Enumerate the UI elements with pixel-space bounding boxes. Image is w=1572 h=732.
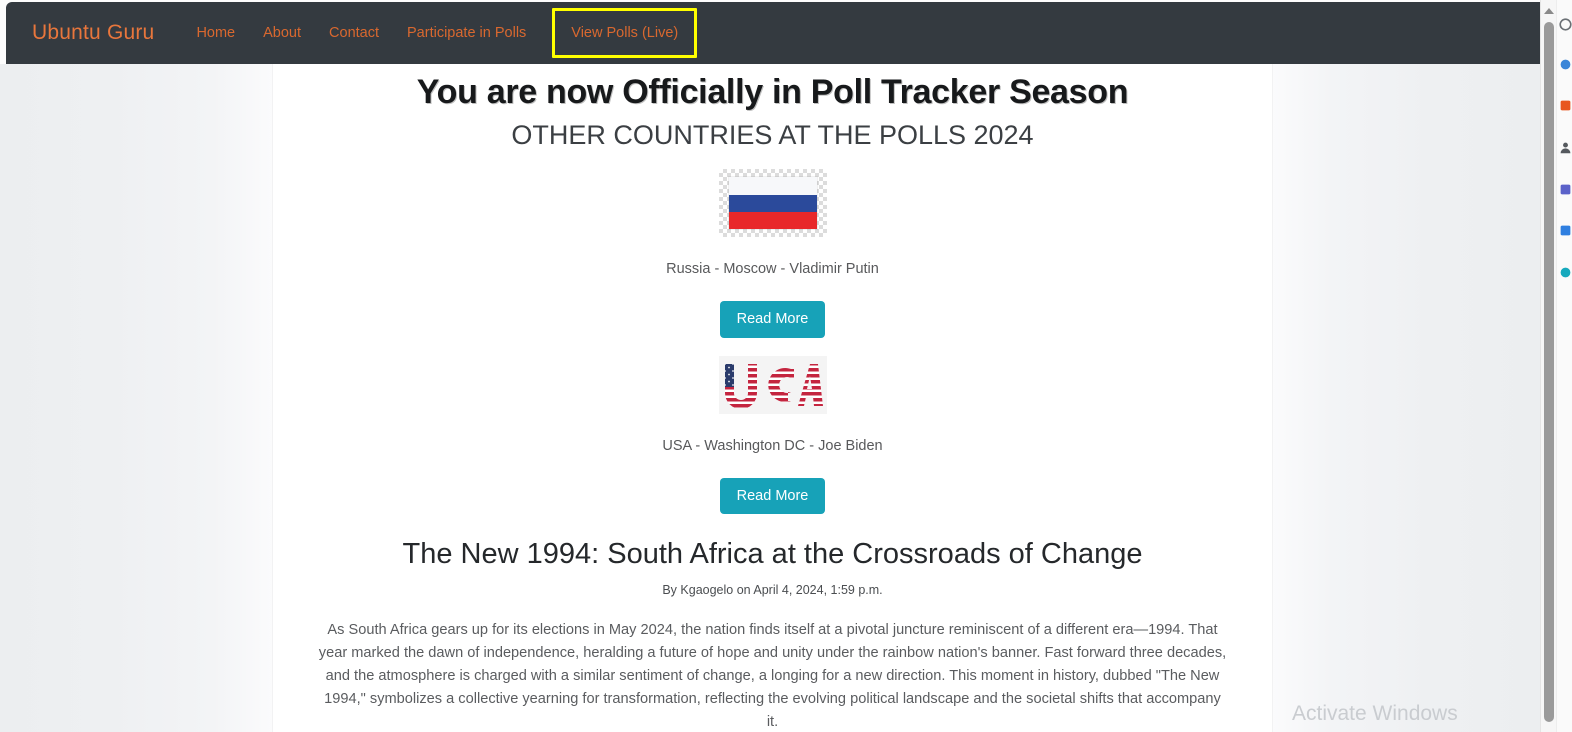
sidebar-icon-7[interactable] (1559, 266, 1572, 279)
screenshot-viewport: Ubuntu Guru Home About Contact Participa… (0, 0, 1572, 732)
country-block-usa: USA - Washington DC - Joe Biden Read Mor… (273, 338, 1272, 515)
sidebar-icon-4[interactable] (1559, 141, 1572, 154)
content-container: You are now Officially in Poll Tracker S… (273, 64, 1272, 732)
read-more-button-russia[interactable]: Read More (719, 301, 826, 338)
browser-sidebar-strip (1556, 0, 1572, 732)
browser-page-area: Ubuntu Guru Home About Contact Participa… (0, 0, 1540, 732)
page-headline: You are now Officially in Poll Tracker S… (416, 73, 1129, 111)
country-block-russia: Russia - Moscow - Vladimir Putin Read Mo… (273, 151, 1272, 338)
navbar-links: Home About Contact Participate in Polls … (182, 7, 698, 59)
nav-link-view-polls-live[interactable]: View Polls (Live) (552, 7, 698, 59)
site-brand[interactable]: Ubuntu Guru (32, 21, 154, 45)
article-title: The New 1994: South Africa at the Crossr… (402, 538, 1143, 571)
country-caption-russia: Russia - Moscow - Vladimir Putin (666, 261, 879, 278)
usa-flag-wrapper (718, 355, 827, 414)
activate-windows-watermark: Activate Windows (1292, 702, 1458, 725)
sidebar-icon-2[interactable] (1559, 58, 1572, 71)
sidebar-icon-1[interactable] (1559, 18, 1572, 31)
article-byline: By Kgaogelo on April 4, 2024, 1:59 p.m. (662, 583, 883, 598)
country-caption-usa: USA - Washington DC - Joe Biden (662, 437, 883, 454)
russia-flag-icon (718, 169, 827, 238)
page-gutter-right (1272, 64, 1540, 732)
sidebar-icon-6[interactable] (1559, 224, 1572, 237)
nav-link-about[interactable]: About (249, 17, 315, 50)
page-subheadline: OTHER COUNTRIES AT THE POLLS 2024 (511, 119, 1034, 150)
site-navbar: Ubuntu Guru Home About Contact Participa… (6, 2, 1540, 64)
read-more-button-usa[interactable]: Read More (719, 477, 826, 515)
nav-link-participate-in-polls[interactable]: Participate in Polls (393, 17, 540, 50)
page-gutter-left (0, 64, 273, 732)
sidebar-icon-5[interactable] (1559, 183, 1572, 196)
scroll-up-arrow-icon[interactable] (1543, 8, 1554, 14)
nav-link-contact[interactable]: Contact (315, 17, 393, 50)
scrollbar-thumb[interactable] (1544, 22, 1554, 722)
article: The New 1994: South Africa at the Crossr… (273, 536, 1272, 732)
nav-link-home[interactable]: Home (182, 17, 249, 50)
usa-flag-logo-icon (718, 355, 827, 414)
sidebar-icon-3[interactable] (1559, 99, 1572, 112)
article-paragraph-1: As South Africa gears up for its electio… (318, 622, 1227, 731)
russia-flag-wrapper (718, 169, 827, 238)
page-scrollbar[interactable] (1540, 0, 1556, 732)
